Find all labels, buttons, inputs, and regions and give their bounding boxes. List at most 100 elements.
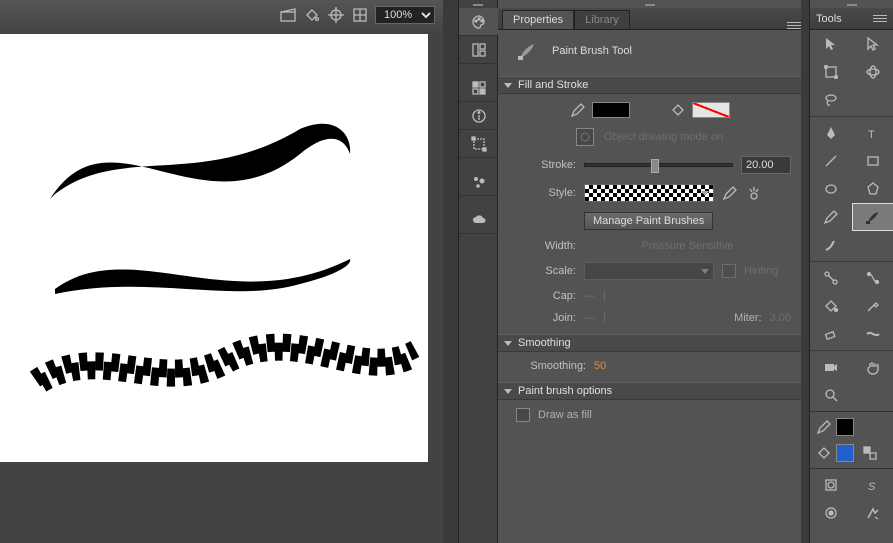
empty-slot-2 [852,231,893,259]
pencil-fill-icon[interactable] [570,102,586,118]
edit-style-icon[interactable] [722,185,738,201]
scale-label: Scale: [508,265,576,277]
brush-size-icon[interactable]: S [852,471,893,499]
swap-colors-icon[interactable] [862,445,878,461]
paint-bucket-tool[interactable] [810,292,852,320]
collapsed-panels-dock [458,0,498,543]
lasso-tool[interactable] [810,86,852,114]
paintbrush-icon [516,40,538,62]
stroke-color-swatch[interactable] [692,102,730,118]
bucket-icon[interactable] [303,6,321,24]
oval-tool[interactable] [810,175,852,203]
empty-slot [852,86,893,114]
fill-color-swatch[interactable] [592,102,630,118]
pencil-tool[interactable] [810,203,852,231]
draw-as-fill-checkbox[interactable] [516,408,530,422]
style-label: Style: [508,187,576,199]
swatches-icon[interactable] [459,74,499,102]
section-brush-options[interactable]: Paint brush options [498,382,801,400]
dock-handle[interactable] [473,4,483,6]
object-drawing-icon[interactable] [810,471,852,499]
zoom-select[interactable]: 100% [375,6,435,24]
registration-icon[interactable] [327,6,345,24]
tool-header: Paint Brush Tool [498,30,801,76]
width-value: Pressure Sensitive [584,240,791,252]
panel-menu-icon[interactable] [787,22,801,29]
bucket-stroke-icon[interactable] [670,102,686,118]
scale-dropdown [584,262,714,280]
style-dropdown[interactable] [584,184,714,202]
scatter-icon[interactable] [459,168,499,196]
section-title: Paint brush options [518,385,612,397]
cap-label: Cap: [508,290,576,302]
eraser-tool[interactable] [810,320,852,348]
stroke-color-icon [816,419,832,435]
zoom-tool[interactable] [810,381,852,409]
canvas-artwork [0,34,428,462]
stroke-label: Stroke: [508,159,576,171]
3d-rotation-tool[interactable] [852,58,893,86]
bone-tool[interactable] [810,264,852,292]
grid-icon[interactable] [351,6,369,24]
selection-tool[interactable] [810,30,852,58]
svg-text:T: T [868,129,875,141]
brush-mode-icon[interactable] [810,499,852,527]
miter-value: 3.00 [770,312,791,324]
eyedropper-tool[interactable] [852,292,893,320]
manage-brushes-button[interactable]: Manage Paint Brushes [584,212,713,230]
fill-color-mini[interactable] [836,444,854,462]
tools-panel: Tools T [809,0,893,543]
tab-properties[interactable]: Properties [502,10,574,29]
smoothing-value[interactable]: 50 [594,360,606,372]
transform-icon[interactable] [459,130,499,158]
stroke-color-mini[interactable] [836,418,854,436]
section-smoothing[interactable]: Smoothing [498,334,801,352]
clapper-icon[interactable] [279,6,297,24]
width-tool[interactable] [852,320,893,348]
panel-tabs: Properties Library [498,8,801,30]
paint-brush-tool[interactable] [852,203,893,231]
text-tool[interactable]: T [852,119,893,147]
layout-icon[interactable] [459,36,499,64]
tab-library[interactable]: Library [574,10,630,29]
empty-slot-3 [852,381,893,409]
cloud-icon[interactable] [459,206,499,234]
chevron-down-icon [504,389,512,394]
tools-menu-icon[interactable] [873,15,887,22]
rectangle-tool[interactable] [852,147,893,175]
width-label: Width: [508,240,576,252]
hinting-label: Hinting [744,265,778,277]
smoothing-label: Smoothing: [508,360,586,372]
free-transform-tool[interactable] [810,58,852,86]
object-drawing-mode-toggle[interactable] [576,128,594,146]
palette-icon[interactable] [459,8,499,36]
hand-tool[interactable] [852,353,893,381]
section-title: Fill and Stroke [518,79,588,91]
bind-tool[interactable] [852,264,893,292]
tools-handle[interactable] [847,4,857,6]
stroke-slider[interactable] [584,163,733,167]
join-label: Join: [508,312,576,324]
info-icon[interactable] [459,102,499,130]
section-fill-stroke[interactable]: Fill and Stroke [498,76,801,94]
tools-grid: T [810,30,893,409]
pen-tool[interactable] [810,119,852,147]
hinting-checkbox [722,264,736,278]
stage[interactable] [0,34,428,462]
tools-title: Tools [816,13,842,25]
svg-text:S: S [868,481,876,493]
polystar-tool[interactable] [852,175,893,203]
brush-shape-icon[interactable] [852,499,893,527]
document-options-bar: 100% [0,0,443,30]
style-options-icon[interactable] [746,185,762,201]
subselection-tool[interactable] [852,30,893,58]
line-tool[interactable] [810,147,852,175]
camera-tool[interactable] [810,353,852,381]
tool-name: Paint Brush Tool [552,45,632,57]
brush-tool[interactable] [810,231,852,259]
chevron-down-icon [504,83,512,88]
stroke-value[interactable] [741,156,791,174]
object-drawing-mode-label: Object drawing mode on [604,131,723,143]
draw-as-fill-label: Draw as fill [538,409,592,421]
panel-handle[interactable] [645,4,655,6]
